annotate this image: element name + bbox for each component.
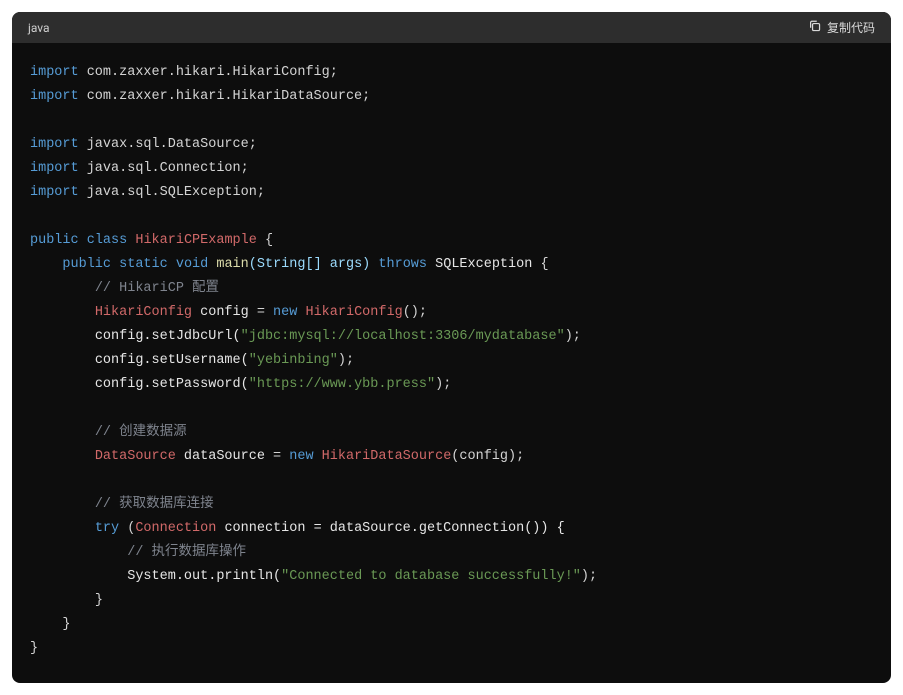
string: "https://www.ybb.press" bbox=[249, 377, 435, 392]
indent bbox=[30, 329, 95, 344]
kw-import: import bbox=[30, 137, 79, 152]
kw-void: void bbox=[176, 257, 208, 272]
code-body[interactable]: import com.zaxxer.hikari.HikariConfig; i… bbox=[12, 43, 891, 683]
indent bbox=[30, 593, 95, 608]
stmt: config.setPassword( bbox=[95, 377, 249, 392]
string: "yebinbing" bbox=[249, 353, 338, 368]
try-open: ( bbox=[119, 521, 135, 536]
indent bbox=[30, 545, 127, 560]
type: HikariDataSource bbox=[322, 449, 452, 464]
brace: } bbox=[30, 641, 38, 656]
string: "jdbc:mysql://localhost:3306/mydatabase" bbox=[241, 329, 565, 344]
indent bbox=[30, 425, 95, 440]
indent bbox=[30, 617, 62, 632]
kw-try: try bbox=[95, 521, 119, 536]
stmt: ); bbox=[565, 329, 581, 344]
stmt: config.setJdbcUrl( bbox=[95, 329, 241, 344]
fn-main: main bbox=[216, 257, 248, 272]
kw-import: import bbox=[30, 161, 79, 176]
kw-import: import bbox=[30, 185, 79, 200]
kw-throws: throws bbox=[378, 257, 427, 272]
type: HikariConfig bbox=[95, 305, 192, 320]
eq: = bbox=[257, 305, 273, 320]
indent bbox=[30, 257, 62, 272]
var: dataSource bbox=[176, 449, 273, 464]
indent bbox=[30, 305, 95, 320]
class-name: HikariCPExample bbox=[135, 233, 257, 248]
stmt: ); bbox=[581, 569, 597, 584]
code-header: java 复制代码 bbox=[12, 12, 891, 43]
stmt: ); bbox=[338, 353, 354, 368]
type: HikariConfig bbox=[305, 305, 402, 320]
call: (config); bbox=[451, 449, 524, 464]
pkg-text: java.sql.Connection; bbox=[79, 161, 249, 176]
var: config bbox=[192, 305, 257, 320]
string: "Connected to database successfully!" bbox=[281, 569, 581, 584]
kw-new: new bbox=[289, 449, 313, 464]
pkg-text: javax.sql.DataSource; bbox=[79, 137, 257, 152]
call: (); bbox=[403, 305, 427, 320]
brace: } bbox=[62, 617, 70, 632]
comment: // 执行数据库操作 bbox=[127, 545, 246, 560]
eq: = bbox=[273, 449, 289, 464]
brace: { bbox=[257, 233, 273, 248]
indent bbox=[30, 377, 95, 392]
indent bbox=[30, 569, 127, 584]
indent bbox=[30, 353, 95, 368]
language-label: java bbox=[28, 21, 50, 35]
pkg-text: com.zaxxer.hikari.HikariConfig; bbox=[79, 65, 338, 80]
pkg-text: com.zaxxer.hikari.HikariDataSource; bbox=[79, 89, 371, 104]
pkg-text: java.sql.SQLException; bbox=[79, 185, 265, 200]
kw-import: import bbox=[30, 89, 79, 104]
indent bbox=[30, 497, 95, 512]
type: Connection bbox=[135, 521, 216, 536]
indent bbox=[30, 449, 95, 464]
kw-static: static bbox=[119, 257, 168, 272]
kw-new: new bbox=[273, 305, 297, 320]
comment: // 创建数据源 bbox=[95, 425, 187, 440]
stmt: config.setUsername( bbox=[95, 353, 249, 368]
kw-class: class bbox=[87, 233, 128, 248]
indent bbox=[30, 281, 95, 296]
code-block: java 复制代码 import com.zaxxer.hikari.Hikar… bbox=[12, 12, 891, 683]
brace: { bbox=[532, 257, 548, 272]
ex-type: SQLException bbox=[435, 257, 532, 272]
kw-public: public bbox=[30, 233, 79, 248]
kw-import: import bbox=[30, 65, 79, 80]
stmt: = dataSource.getConnection()) { bbox=[314, 521, 565, 536]
stmt: System.out.println( bbox=[127, 569, 281, 584]
copy-icon bbox=[808, 19, 822, 36]
indent bbox=[30, 521, 95, 536]
copy-label: 复制代码 bbox=[827, 19, 875, 36]
brace: } bbox=[95, 593, 103, 608]
type: DataSource bbox=[95, 449, 176, 464]
comment: // HikariCP 配置 bbox=[95, 281, 219, 296]
stmt: ); bbox=[435, 377, 451, 392]
comment: // 获取数据库连接 bbox=[95, 497, 214, 512]
copy-code-button[interactable]: 复制代码 bbox=[808, 19, 875, 36]
main-params: (String[] args) bbox=[249, 257, 371, 272]
kw-public: public bbox=[62, 257, 111, 272]
var: connection bbox=[216, 521, 313, 536]
